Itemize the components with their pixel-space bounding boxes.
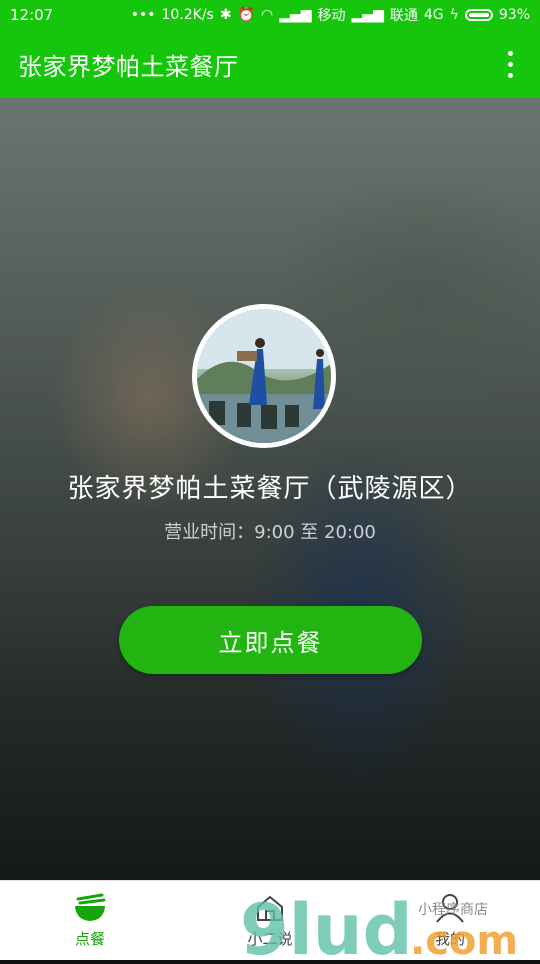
charging-icon: ϟ bbox=[449, 7, 459, 23]
wifi-icon: ◠ bbox=[261, 7, 274, 23]
hero-background: 张家界梦帕土菜餐厅（武陵源区） 营业时间：9:00 至 20:00 立即点餐 bbox=[0, 98, 540, 880]
order-now-button[interactable]: 立即点餐 bbox=[119, 606, 422, 674]
status-bar: 12:07 ••• 10.2K/s ✱ ⏰ ◠ ▂▄▆ 移动 ▂▄▆ 联通 4G… bbox=[0, 0, 540, 30]
app-title: 张家界梦帕土菜餐厅 bbox=[18, 52, 239, 81]
user-icon bbox=[432, 892, 468, 924]
tab-xiaoer-label: 小二说 bbox=[247, 930, 293, 948]
carrier-1: 移动 bbox=[317, 8, 346, 24]
more-vert-icon bbox=[507, 50, 513, 56]
tab-order-label: 点餐 bbox=[74, 930, 105, 948]
avatar-image bbox=[197, 309, 331, 443]
tab-xiaoer[interactable]: 小二说 bbox=[180, 881, 360, 960]
signal-icon-1: ▂▄▆ bbox=[279, 7, 312, 23]
signal-icon-2: ▂▄▆ bbox=[351, 7, 384, 23]
bluetooth-icon: ✱ bbox=[219, 7, 232, 23]
more-options-button[interactable] bbox=[496, 44, 524, 84]
avatar-photo-illustration bbox=[197, 309, 331, 443]
more-vert-dot bbox=[507, 61, 513, 67]
tab-order[interactable]: 点餐 bbox=[0, 881, 180, 960]
status-time: 12:07 bbox=[10, 6, 54, 24]
alarm-icon: ⏰ bbox=[237, 7, 256, 23]
home-icon bbox=[252, 892, 288, 924]
battery-level: 93% bbox=[498, 7, 530, 23]
status-indicators: ••• 10.2K/s ✱ ⏰ ◠ ▂▄▆ 移动 ▂▄▆ 联通 4G ϟ 93% bbox=[131, 5, 530, 25]
business-hours: 营业时间：9:00 至 20:00 bbox=[164, 522, 376, 543]
more-vert-dot bbox=[507, 72, 513, 78]
more-dots-icon: ••• bbox=[130, 7, 156, 23]
restaurant-name: 张家界梦帕土菜餐厅（武陵源区） bbox=[67, 474, 473, 504]
battery-icon bbox=[464, 9, 493, 21]
bottom-tab-bar: 点餐 小二说 我的 bbox=[0, 880, 540, 960]
app-bar: 张家界梦帕土菜餐厅 bbox=[0, 30, 540, 98]
network-type: 4G bbox=[423, 7, 444, 23]
bowl-icon bbox=[72, 892, 108, 924]
tab-mine[interactable]: 我的 bbox=[360, 881, 540, 960]
tab-mine-label: 我的 bbox=[434, 930, 465, 948]
network-speed: 10.2K/s bbox=[161, 7, 214, 23]
carrier-2: 联通 bbox=[389, 8, 418, 24]
restaurant-avatar bbox=[192, 304, 336, 448]
